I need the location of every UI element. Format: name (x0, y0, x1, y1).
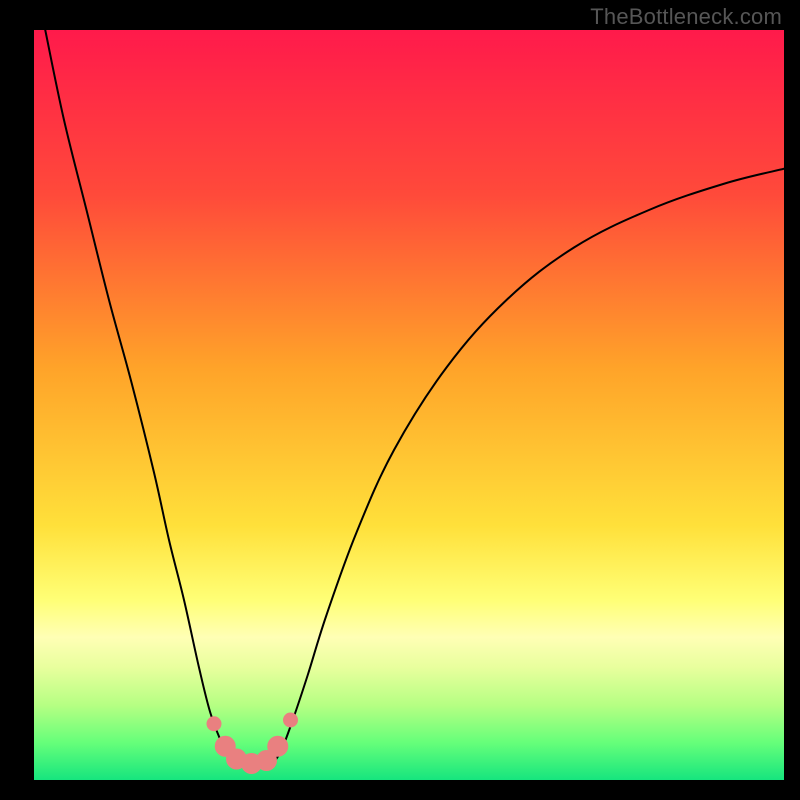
chart-frame: TheBottleneck.com (0, 0, 800, 800)
valley-marker (207, 716, 222, 731)
watermark-text: TheBottleneck.com (590, 4, 782, 30)
series-left-branch (45, 30, 236, 764)
valley-marker (283, 713, 298, 728)
valley-marker (267, 736, 288, 757)
plot-area (34, 30, 784, 780)
curve-layer (34, 30, 784, 780)
series-right-branch (274, 169, 784, 762)
